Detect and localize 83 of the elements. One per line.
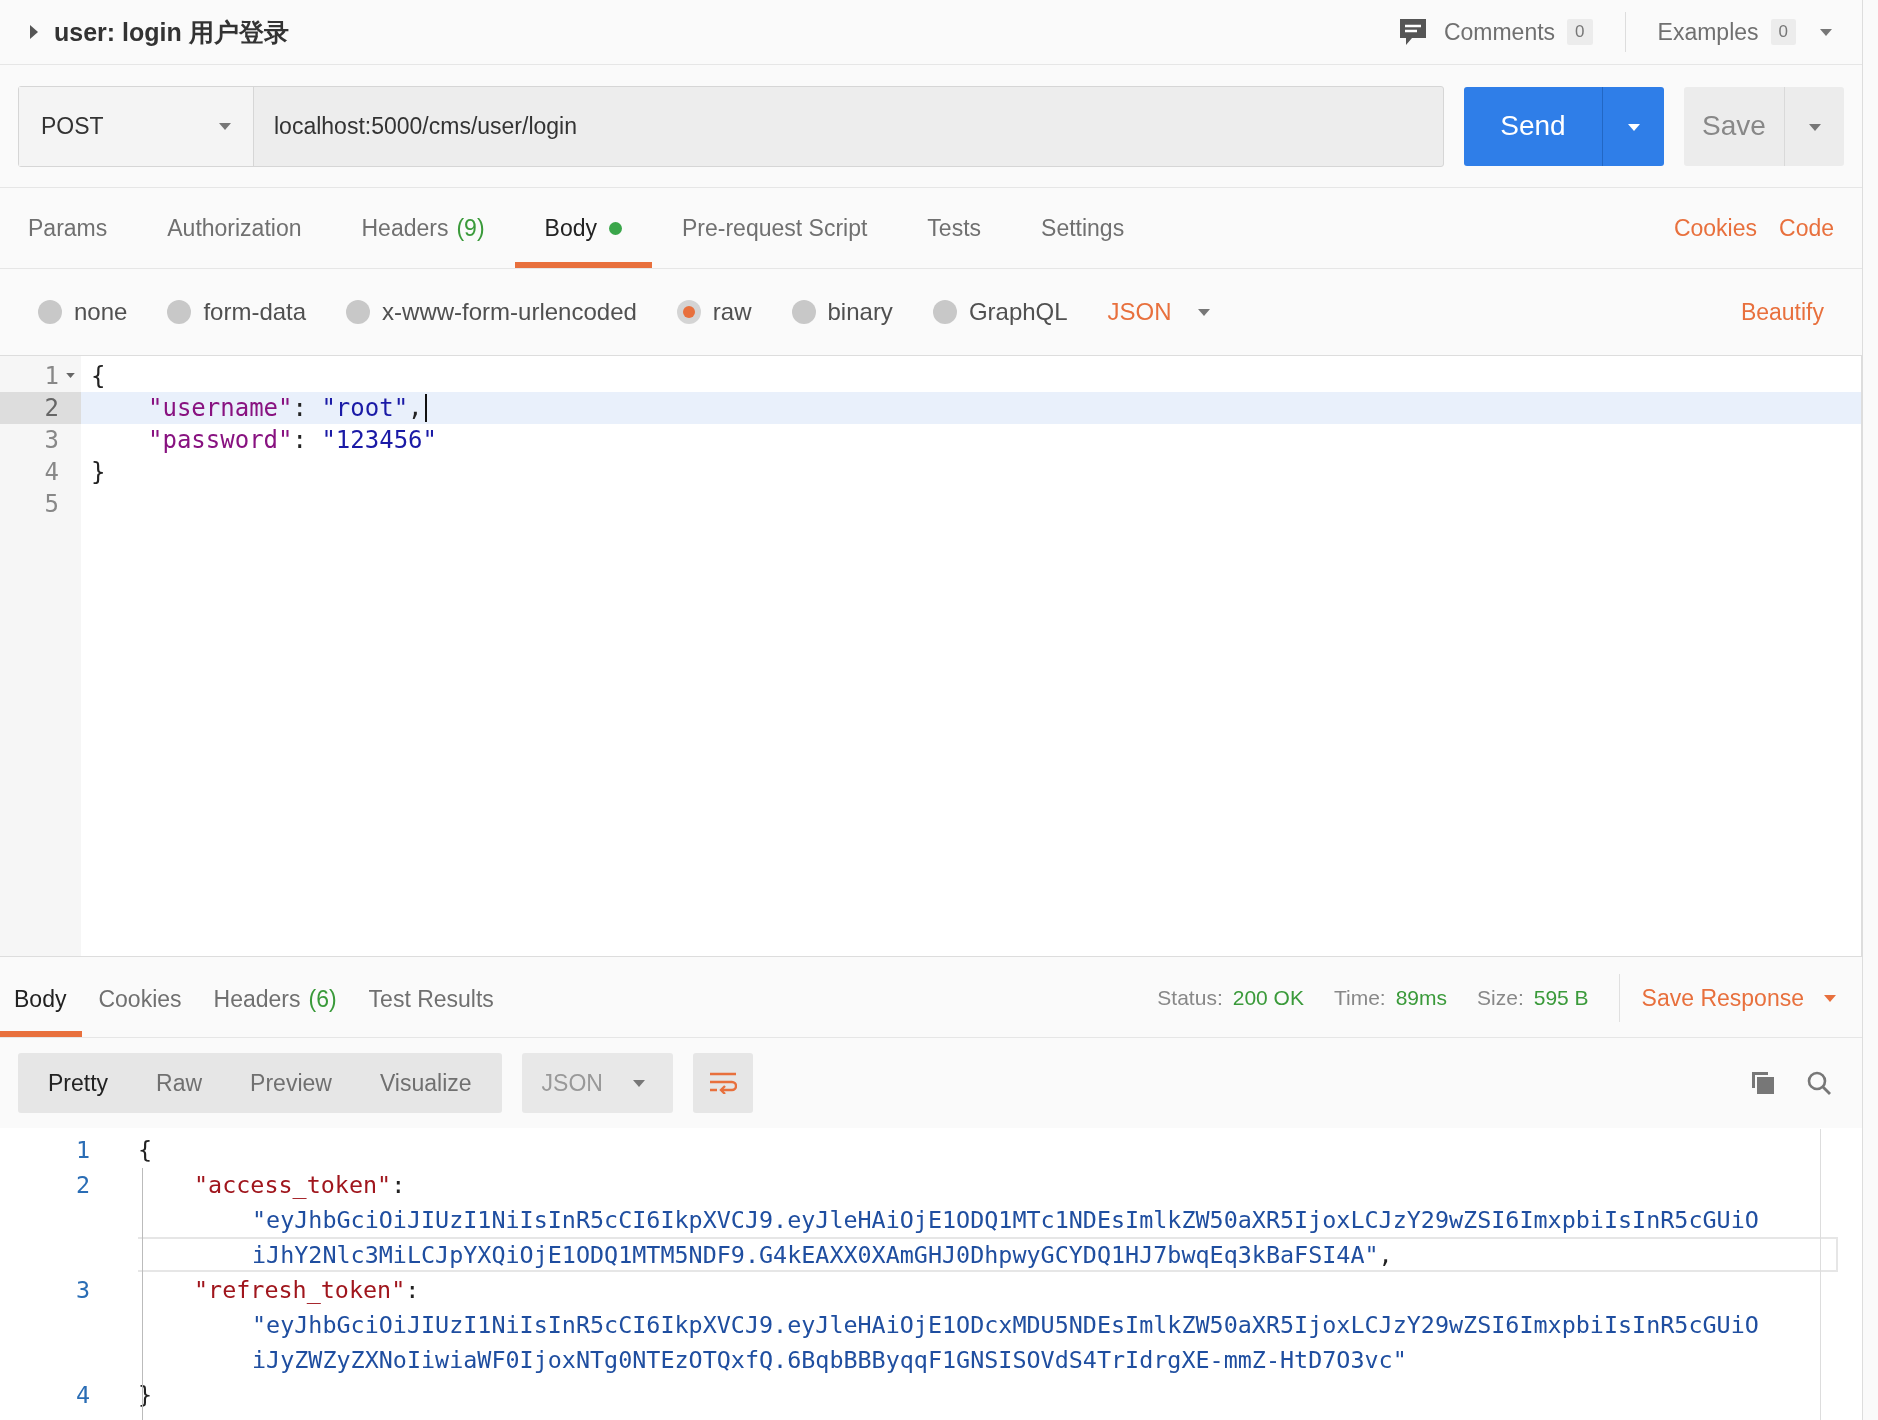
code-line: "username": "root",: [148, 394, 423, 422]
view-mode-button[interactable]: Pretty: [24, 1053, 133, 1113]
line-number: 2: [75, 1170, 90, 1199]
radio-button[interactable]: [167, 300, 192, 324]
save-button[interactable]: Save: [1684, 86, 1784, 166]
request-tab[interactable]: Params: [28, 188, 138, 268]
radio-button[interactable]: [38, 300, 62, 324]
line-number: 1: [44, 362, 59, 390]
copy-icon[interactable]: [1750, 1070, 1776, 1096]
request-tab[interactable]: Settings: [1011, 188, 1155, 268]
caret-icon: [1824, 994, 1836, 1002]
line-number: 1: [75, 1135, 90, 1164]
response-tab[interactable]: Body: [0, 959, 83, 1037]
radio-label: binary: [827, 298, 893, 326]
save-response-button[interactable]: Save Response: [1641, 959, 1836, 1037]
line-number: 3: [44, 426, 59, 454]
code-line: "password": "123456": [148, 426, 437, 454]
caret-icon: [1627, 123, 1640, 131]
radio-label: raw: [712, 298, 752, 326]
radio-button[interactable]: [791, 300, 816, 324]
caret-icon: [1808, 123, 1821, 131]
link[interactable]: Code: [1779, 214, 1834, 242]
stat-value: 595 B: [1533, 986, 1589, 1010]
comment-icon[interactable]: [1397, 17, 1428, 47]
comment-count: 0: [1567, 19, 1593, 45]
url-field[interactable]: localhost:5000/cms/user/login: [254, 86, 1443, 166]
wrap-lines-button[interactable]: [692, 1053, 753, 1113]
beautify-link[interactable]: Beautify: [1740, 298, 1824, 326]
code-line: "eyJhbGciOiJIUzI1NiIsInR5cCI6IkpXVCJ9.eyJleHAiOjE1ODcxMDU5NDEsImlkZW50aXR5IjoxLCJzY29wZSI6ImxpbiIsInR5cGUiO: [251, 1309, 1760, 1341]
expand-arrow-icon[interactable]: [30, 25, 38, 39]
radio-label: x-www-form-urlencoded: [382, 298, 637, 326]
send-options-button[interactable]: [1602, 86, 1664, 166]
stat-label: Size:: [1477, 986, 1524, 1010]
method-dropdown[interactable]: POST: [19, 86, 254, 166]
stat-value: 200 OK: [1232, 986, 1304, 1010]
code-line: iJhY2Nlc3MiLCJpYXQiOjE1ODQ1MTM5NDF9.G4kEAXX0XAmGHJ0DhpwyGCYDQ1HJ7bwqEq3kBaFSI4A",: [138, 1237, 1838, 1272]
view-mode-button[interactable]: Visualize: [355, 1053, 496, 1113]
radio-button[interactable]: [346, 300, 371, 324]
code-line: {: [91, 362, 106, 390]
line-number: 4: [44, 458, 59, 486]
example-count: 0: [1770, 19, 1796, 45]
radio-button[interactable]: [676, 300, 701, 324]
caret-icon: [632, 1079, 645, 1087]
code-line: iJyZWZyZXNoIiwiaWF0IjoxNTg0NTEzOTQxfQ.6BqbBBByqqF1GNSISOVdS4TrIdrgXE-mmZ-HtD7O3vc": [251, 1344, 1408, 1376]
radio-label: GraphQL: [968, 298, 1068, 326]
response-tab[interactable]: Test Results: [352, 959, 510, 1037]
request-tab[interactable]: Body: [514, 188, 652, 268]
code-line: "refresh_token":: [193, 1274, 421, 1306]
stat-label: Status:: [1157, 986, 1223, 1010]
send-button[interactable]: Send: [1464, 86, 1602, 166]
line-number: 3: [75, 1275, 90, 1304]
line-number: 5: [44, 490, 59, 518]
code-line: }: [91, 458, 106, 486]
caret-icon: [219, 122, 231, 130]
link[interactable]: Cookies: [1673, 214, 1757, 242]
code-line: "eyJhbGciOiJIUzI1NiIsInR5cCI6IkpXVCJ9.eyJleHAiOjE1ODQ1MTc1NDEsImlkZW50aXR5IjoxLCJzY29wZSI6ImxpbiIsInR5cGUiO: [251, 1204, 1760, 1236]
request-tab[interactable]: Headers (9): [331, 188, 515, 268]
examples-label[interactable]: Examples: [1657, 18, 1759, 46]
request-title: user: login 用户登录: [54, 16, 289, 48]
response-tab[interactable]: Headers (6): [197, 959, 353, 1037]
fold-caret-icon[interactable]: [66, 373, 75, 378]
stat-value: 89ms: [1395, 986, 1448, 1010]
response-tab[interactable]: Cookies: [82, 959, 198, 1037]
line-number: 2: [44, 394, 59, 422]
radio-button[interactable]: [932, 300, 957, 324]
wrap-icon: [708, 1072, 737, 1094]
view-mode-button[interactable]: Preview: [226, 1053, 356, 1113]
stat-label: Time:: [1333, 986, 1386, 1010]
caret-icon: [1197, 308, 1210, 316]
request-tab[interactable]: Pre-request Script: [652, 188, 898, 268]
view-mode-button[interactable]: Raw: [132, 1053, 227, 1113]
request-tab[interactable]: Authorization: [137, 188, 332, 268]
code-line: "access_token":: [193, 1169, 407, 1201]
code-editor[interactable]: 1 2 3 4 5 { "username": "root", "password": "123456" }: [0, 355, 1862, 957]
comments-label[interactable]: Comments: [1443, 18, 1556, 46]
code-line: {: [138, 1134, 154, 1166]
search-icon[interactable]: [1806, 1070, 1832, 1096]
radio-label: form-data: [203, 298, 307, 326]
caret-icon[interactable]: [1820, 28, 1832, 36]
request-tab[interactable]: Tests: [897, 188, 1012, 268]
radio-label: none: [74, 298, 128, 326]
language-dropdown[interactable]: JSON: [1107, 298, 1210, 326]
line-number: 4: [75, 1380, 90, 1409]
